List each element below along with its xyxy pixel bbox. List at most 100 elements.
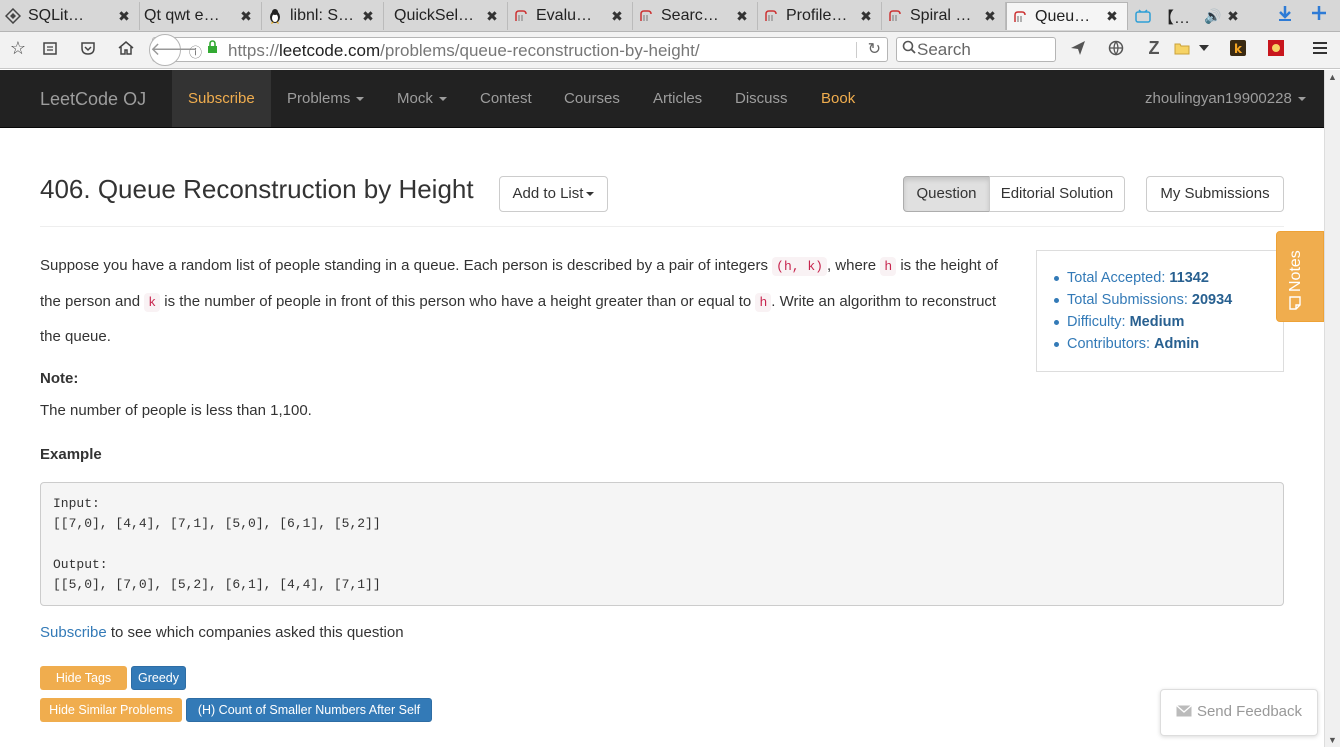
nav-mock[interactable]: Mock — [397, 70, 447, 127]
stat-value: 11342 — [1169, 270, 1209, 286]
speaker-icon[interactable]: 🔊 — [1204, 8, 1222, 25]
home-icon[interactable] — [114, 38, 138, 61]
search-input[interactable] — [917, 40, 1047, 60]
scroll-up-arrow-icon[interactable]: ▲ — [1325, 70, 1340, 84]
hamburger-menu-icon[interactable] — [1308, 38, 1332, 60]
close-icon[interactable]: ✖ — [115, 8, 133, 25]
browser-tab[interactable]: Spiral … ✖ — [882, 2, 1006, 30]
nav-problems[interactable]: Problems — [287, 70, 365, 127]
close-icon[interactable]: ✖ — [857, 8, 875, 25]
close-icon[interactable]: ✖ — [237, 8, 255, 25]
inline-code: h — [880, 257, 897, 276]
hide-similar-problems-button[interactable]: Hide Similar Problems — [40, 698, 182, 722]
code-line: Input: — [53, 496, 100, 511]
hide-tags-button[interactable]: Hide Tags — [40, 666, 127, 690]
close-icon[interactable]: ✖ — [359, 8, 377, 25]
nav-contest[interactable]: Contest — [480, 70, 532, 127]
stat-label: Difficulty: — [1067, 314, 1126, 330]
inline-code: k — [144, 292, 161, 312]
desc-text: is the number of people in front of this… — [164, 292, 752, 310]
nav-book[interactable]: Book — [821, 70, 855, 127]
globe-icon[interactable] — [1104, 38, 1128, 61]
nav-user-menu[interactable]: zhoulingyan19900228 — [1145, 70, 1306, 127]
problem-title: 406. Queue Reconstruction by Height — [40, 174, 474, 204]
page-scrollbar[interactable]: ▲ ▼ — [1324, 70, 1340, 747]
bookmark-star-icon[interactable]: ☆ — [6, 38, 30, 59]
site-navbar: LeetCode OJ Subscribe Problems Mock Cont… — [0, 70, 1324, 128]
send-icon[interactable] — [1066, 38, 1090, 61]
close-icon[interactable]: ✖ — [608, 8, 626, 25]
pocket-icon[interactable] — [76, 38, 100, 61]
info-icon[interactable]: ⓘ — [189, 42, 202, 61]
tab-editorial-solution[interactable]: Editorial Solution — [989, 176, 1125, 212]
username: zhoulingyan19900228 — [1145, 90, 1292, 107]
close-icon[interactable]: ✖ — [1224, 8, 1242, 25]
browser-tab[interactable]: Searc… ✖ — [633, 2, 758, 30]
url-path: /problems/queue-reconstruction-by-height… — [380, 41, 700, 60]
browser-tab[interactable]: Profile… ✖ — [758, 2, 882, 30]
close-icon[interactable]: ✖ — [733, 8, 751, 25]
dropdown-caret-icon[interactable] — [1192, 38, 1216, 59]
browser-tab[interactable]: libnl: S… ✖ — [262, 2, 384, 30]
download-arrow-icon[interactable] — [1276, 4, 1294, 27]
desc-text: , where — [826, 257, 877, 274]
stat-difficulty: Difficulty: Medium — [1053, 311, 1232, 333]
new-tab-plus-icon[interactable] — [1310, 4, 1328, 27]
tab-title: Spiral … — [910, 7, 972, 24]
nav-courses[interactable]: Courses — [564, 70, 620, 127]
note-heading: Note: — [40, 370, 79, 387]
send-feedback-label: Send Feedback — [1196, 703, 1303, 720]
browser-tab[interactable]: 【… 🔊 ✖ — [1130, 2, 1248, 30]
close-icon[interactable]: ✖ — [1103, 8, 1121, 25]
add-to-list-button[interactable]: Add to List — [499, 176, 608, 212]
tab-title: 【… — [1158, 10, 1191, 27]
browser-tab-strip: SQLit… ✖ Qt qwt e… ✖ libnl: S… ✖ QuickSe… — [0, 0, 1340, 32]
browser-tab[interactable]: SQLit… ✖ — [0, 2, 140, 30]
tab-title: Searc… — [661, 7, 719, 24]
tab-question[interactable]: Question — [903, 176, 990, 212]
scroll-down-arrow-icon[interactable]: ▼ — [1325, 733, 1340, 747]
tab-title: libnl: S… — [290, 7, 355, 24]
folder-icon[interactable] — [1170, 38, 1194, 60]
close-icon[interactable]: ✖ — [483, 8, 501, 25]
url-text[interactable]: https://leetcode.com/problems/queue-reco… — [228, 41, 700, 61]
nav-mock-label: Mock — [397, 90, 433, 107]
nav-discuss[interactable]: Discuss — [735, 70, 788, 127]
tab-title: SQLit… — [28, 7, 85, 24]
reading-list-icon[interactable] — [38, 38, 62, 61]
back-arrow-icon[interactable]: 🡐 — [149, 34, 198, 66]
nav-articles[interactable]: Articles — [653, 70, 702, 127]
browser-tab[interactable]: Qt qwt e… ✖ — [140, 2, 262, 30]
add-to-list-label: Add to List — [512, 185, 584, 202]
browser-search-bar[interactable] — [896, 37, 1056, 62]
similar-problem-link[interactable]: (H) Count of Smaller Numbers After Self — [186, 698, 432, 722]
nav-subscribe[interactable]: Subscribe — [172, 70, 271, 127]
envelope-icon — [1176, 705, 1192, 717]
stat-label: Total Submissions: — [1067, 292, 1188, 308]
site-brand[interactable]: LeetCode OJ — [40, 89, 146, 110]
notes-tab[interactable]: Notes — [1276, 231, 1324, 322]
lock-icon[interactable] — [207, 40, 218, 57]
subscribe-link[interactable]: Subscribe — [40, 624, 107, 641]
k-extension-icon[interactable]: k — [1226, 38, 1250, 61]
reload-icon[interactable]: ↻ — [868, 39, 881, 59]
send-feedback-button[interactable]: Send Feedback — [1160, 689, 1318, 736]
tab-title: Queu… — [1035, 7, 1091, 25]
browser-tab[interactable]: QuickSel… ✖ — [384, 2, 508, 30]
zotero-z-icon[interactable]: Z — [1142, 38, 1166, 59]
contributor-link[interactable]: Admin — [1154, 336, 1199, 352]
url-separator — [856, 42, 857, 58]
extension-badge-icon[interactable] — [1264, 38, 1288, 61]
svg-text:k: k — [1234, 42, 1243, 56]
note-icon — [1289, 296, 1301, 310]
stat-label: Total Accepted: — [1067, 270, 1166, 286]
browser-tab-active[interactable]: Queu… ✖ — [1006, 2, 1128, 30]
leetcode-icon — [512, 8, 530, 24]
notes-label-wrap: Notes — [1287, 250, 1305, 310]
close-icon[interactable]: ✖ — [981, 8, 999, 25]
browser-tab[interactable]: Evalu… ✖ — [508, 2, 633, 30]
url-bar[interactable]: 🡐 ⓘ https://leetcode.com/problems/queue-… — [149, 34, 888, 66]
my-submissions-button[interactable]: My Submissions — [1146, 176, 1284, 212]
tag-greedy[interactable]: Greedy — [131, 666, 186, 690]
note-text: The number of people is less than 1,100. — [40, 402, 312, 419]
